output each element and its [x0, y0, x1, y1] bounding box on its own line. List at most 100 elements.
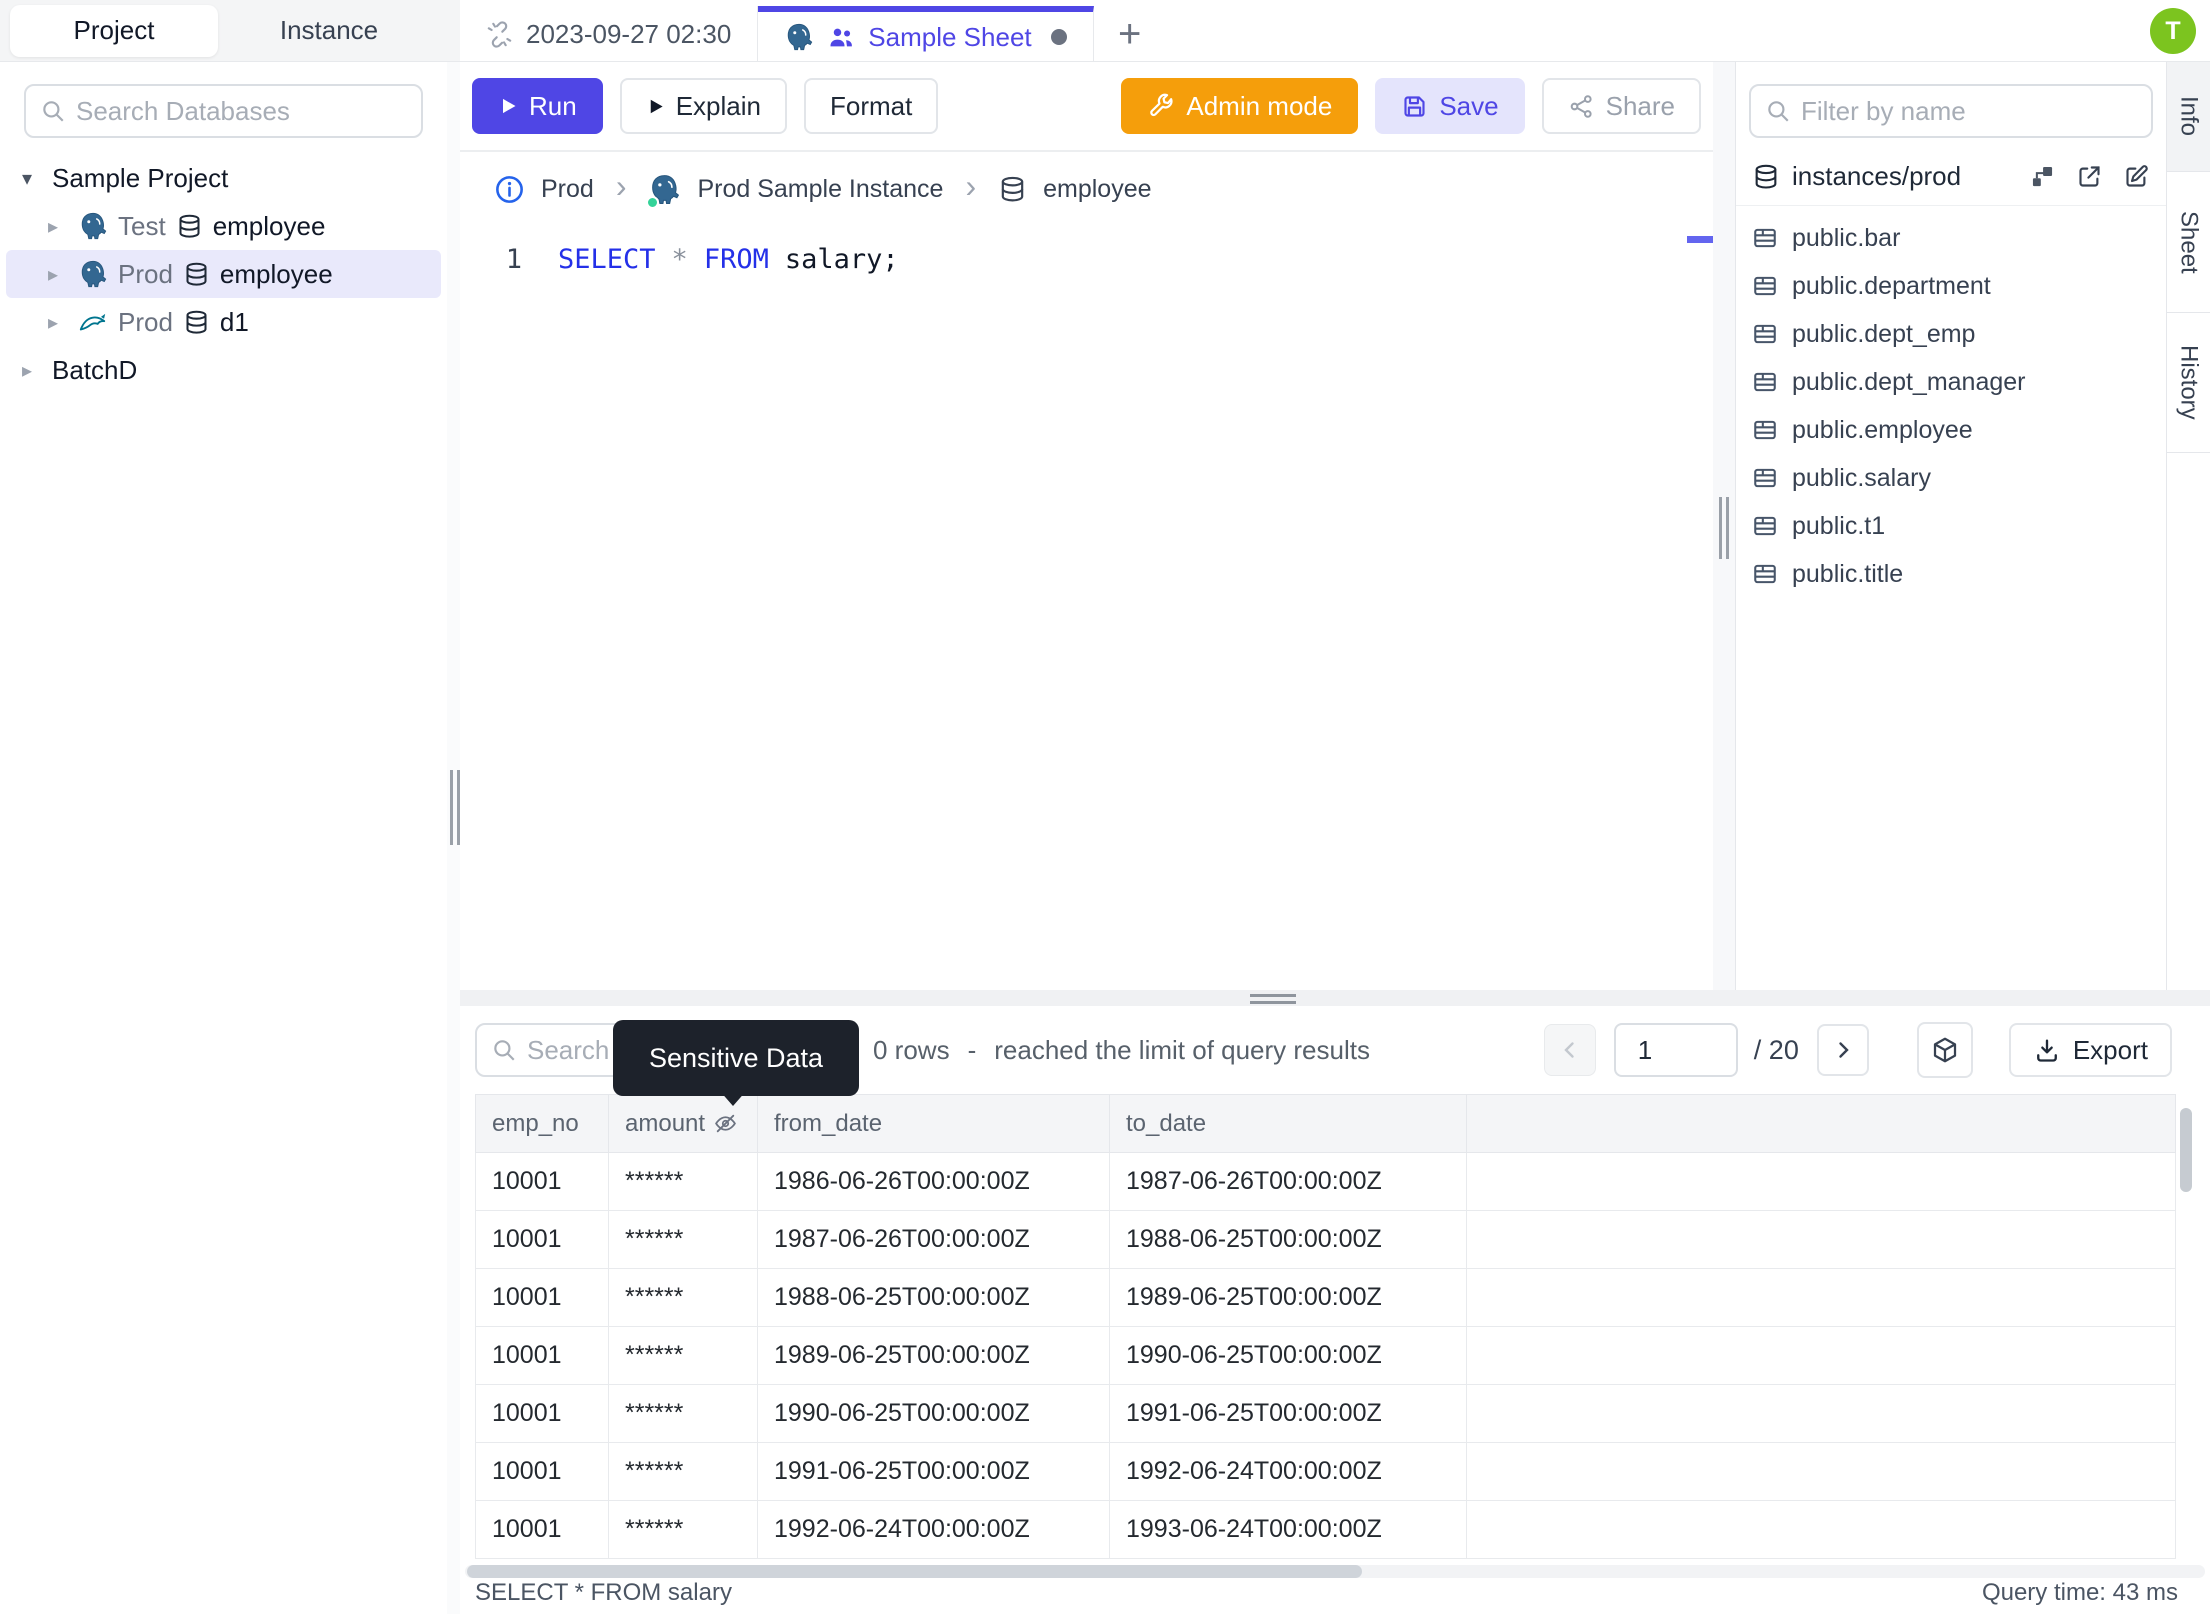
- cell-from-date[interactable]: 1987-06-26T00:00:00Z: [757, 1210, 1110, 1269]
- cell-from-date[interactable]: 1991-06-25T00:00:00Z: [757, 1442, 1110, 1501]
- horizontal-scrollbar[interactable]: [465, 1565, 2205, 1578]
- table-list-item[interactable]: public.department: [1736, 262, 2166, 310]
- caret-right-icon[interactable]: ▸: [48, 262, 68, 286]
- share-button[interactable]: Share: [1541, 78, 1701, 134]
- side-tab-history[interactable]: History: [2167, 313, 2210, 453]
- table-list-item[interactable]: public.title: [1736, 550, 2166, 598]
- editor-minimap[interactable]: [1687, 226, 1713, 990]
- table-list-item[interactable]: public.t1: [1736, 502, 2166, 550]
- cell-from-date[interactable]: 1989-06-25T00:00:00Z: [757, 1326, 1110, 1385]
- cell-to-date[interactable]: 1992-06-24T00:00:00Z: [1109, 1442, 1467, 1501]
- tab-project[interactable]: Project: [10, 4, 218, 57]
- top-bar: Project Instance 2023-09-27 02:30 Sample…: [0, 0, 2210, 62]
- page-number-input[interactable]: [1613, 1023, 1738, 1077]
- tree-project-sample[interactable]: ▾ Sample Project: [6, 154, 441, 202]
- cell-to-date[interactable]: 1990-06-25T00:00:00Z: [1109, 1326, 1467, 1385]
- sidebar-resize-splitter[interactable]: [447, 62, 460, 1614]
- filter-box: [1749, 84, 2153, 138]
- table-list-item[interactable]: public.salary: [1736, 454, 2166, 502]
- data-cube-button[interactable]: [1916, 1022, 1973, 1078]
- table-row[interactable]: 10001 ****** 1987-06-26T00:00:00Z 1988-06-2…: [475, 1210, 2176, 1269]
- table-list-item[interactable]: public.bar: [1736, 214, 2166, 262]
- table-row[interactable]: 10001 ****** 1986-06-26T00:00:00Z 1987-06-2…: [475, 1152, 2176, 1211]
- cell-emp-no[interactable]: 10001: [475, 1152, 609, 1211]
- edit-icon[interactable]: [2123, 163, 2150, 190]
- cell-to-date[interactable]: 1993-06-24T00:00:00Z: [1109, 1500, 1467, 1559]
- save-button[interactable]: Save: [1375, 78, 1525, 134]
- cell-amount-masked[interactable]: ******: [608, 1442, 758, 1501]
- cell-from-date[interactable]: 1986-06-26T00:00:00Z: [757, 1152, 1110, 1211]
- breadcrumb-instance[interactable]: Prod Sample Instance: [697, 175, 943, 204]
- table-row[interactable]: 10001 ****** 1992-06-24T00:00:00Z 1993-06-2…: [475, 1500, 2176, 1559]
- explain-button[interactable]: Explain: [619, 78, 787, 134]
- splitter-handle[interactable]: [1719, 497, 1729, 559]
- cell-amount-masked[interactable]: ******: [608, 1268, 758, 1327]
- breadcrumb-environment[interactable]: Prod: [541, 175, 594, 204]
- table-row[interactable]: 10001 ****** 1990-06-25T00:00:00Z 1991-06-2…: [475, 1384, 2176, 1443]
- tab-instance[interactable]: Instance: [224, 5, 434, 57]
- caret-right-icon[interactable]: ▸: [48, 310, 68, 334]
- next-page-button[interactable]: [1816, 1024, 1869, 1076]
- export-button[interactable]: Export: [2008, 1023, 2172, 1077]
- table-row[interactable]: 10001 ****** 1991-06-25T00:00:00Z 1992-06-2…: [475, 1442, 2176, 1501]
- table-row[interactable]: 10001 ****** 1989-06-25T00:00:00Z 1990-06-2…: [475, 1326, 2176, 1385]
- cell-from-date[interactable]: 1990-06-25T00:00:00Z: [757, 1384, 1110, 1443]
- cell-amount-masked[interactable]: ******: [608, 1500, 758, 1559]
- cell-from-date[interactable]: 1992-06-24T00:00:00Z: [757, 1500, 1110, 1559]
- table-list-item[interactable]: public.dept_emp: [1736, 310, 2166, 358]
- cell-emp-no[interactable]: 10001: [475, 1326, 609, 1385]
- cell-to-date[interactable]: 1991-06-25T00:00:00Z: [1109, 1384, 1467, 1443]
- side-tab-info[interactable]: Info: [2167, 62, 2210, 172]
- cell-amount-masked[interactable]: ******: [608, 1384, 758, 1443]
- sql-identifier: salary;: [784, 244, 899, 275]
- cell-to-date[interactable]: 1988-06-25T00:00:00Z: [1109, 1210, 1467, 1269]
- right-panel-resize-splitter[interactable]: [1713, 62, 1735, 990]
- side-tab-sheet[interactable]: Sheet: [2167, 172, 2210, 313]
- cell-emp-no[interactable]: 10001: [475, 1500, 609, 1559]
- tree-db-test-employee[interactable]: ▸ Test employee: [6, 202, 441, 250]
- scrollbar-thumb[interactable]: [467, 1565, 1362, 1578]
- search-databases-input[interactable]: [76, 95, 411, 127]
- avatar[interactable]: T: [2150, 8, 2196, 54]
- cell-from-date[interactable]: 1988-06-25T00:00:00Z: [757, 1268, 1110, 1327]
- column-header-to-date[interactable]: to_date: [1109, 1094, 1467, 1153]
- run-button[interactable]: Run: [472, 78, 603, 134]
- tree-db-prod-employee[interactable]: ▸ Prod employee: [6, 250, 441, 298]
- breadcrumb-database[interactable]: employee: [1043, 175, 1151, 204]
- table-list-item[interactable]: public.employee: [1736, 406, 2166, 454]
- caret-down-icon[interactable]: ▾: [22, 166, 42, 190]
- column-header-from-date[interactable]: from_date: [757, 1094, 1110, 1153]
- cell-emp-no[interactable]: 10001: [475, 1268, 609, 1327]
- external-link-icon[interactable]: [2076, 163, 2103, 190]
- table-list-item[interactable]: public.dept_manager: [1736, 358, 2166, 406]
- vertical-scrollbar[interactable]: [2180, 1108, 2192, 1192]
- cell-amount-masked[interactable]: ******: [608, 1326, 758, 1385]
- tree-db-prod-d1[interactable]: ▸ Prod d1: [6, 298, 441, 346]
- database-icon: [183, 261, 210, 288]
- tree-project-batchd[interactable]: ▸ BatchD: [6, 346, 441, 394]
- admin-mode-button[interactable]: Admin mode: [1121, 78, 1359, 134]
- sql-editor[interactable]: 1 SELECT * FROM salary;: [460, 226, 1713, 990]
- cell-emp-no[interactable]: 10001: [475, 1442, 609, 1501]
- splitter-handle[interactable]: [1250, 994, 1296, 1004]
- new-tab-button[interactable]: +: [1094, 6, 1166, 62]
- filter-by-name-input[interactable]: [1801, 95, 2137, 127]
- cell-emp-no[interactable]: 10001: [475, 1384, 609, 1443]
- format-button[interactable]: Format: [803, 78, 939, 134]
- prev-page-button[interactable]: [1543, 1024, 1596, 1076]
- cell-to-date[interactable]: 1989-06-25T00:00:00Z: [1109, 1268, 1467, 1327]
- caret-right-icon[interactable]: ▸: [48, 214, 68, 238]
- info-icon[interactable]: [494, 174, 525, 205]
- cell-emp-no[interactable]: 10001: [475, 1210, 609, 1269]
- schema-diagram-icon[interactable]: [2029, 163, 2056, 190]
- table-row[interactable]: 10001 ****** 1988-06-25T00:00:00Z 1989-06-2…: [475, 1268, 2176, 1327]
- caret-right-icon[interactable]: ▸: [22, 358, 42, 382]
- cell-amount-masked[interactable]: ******: [608, 1210, 758, 1269]
- sheet-tab-history-query[interactable]: 2023-09-27 02:30: [460, 6, 759, 62]
- cell-amount-masked[interactable]: ******: [608, 1152, 758, 1211]
- results-resize-splitter[interactable]: [460, 990, 2210, 1006]
- sheet-tab-sample-sheet[interactable]: Sample Sheet: [758, 6, 1094, 62]
- cell-to-date[interactable]: 1987-06-26T00:00:00Z: [1109, 1152, 1467, 1211]
- column-header-emp-no[interactable]: emp_no: [475, 1094, 609, 1153]
- splitter-handle[interactable]: [450, 770, 460, 845]
